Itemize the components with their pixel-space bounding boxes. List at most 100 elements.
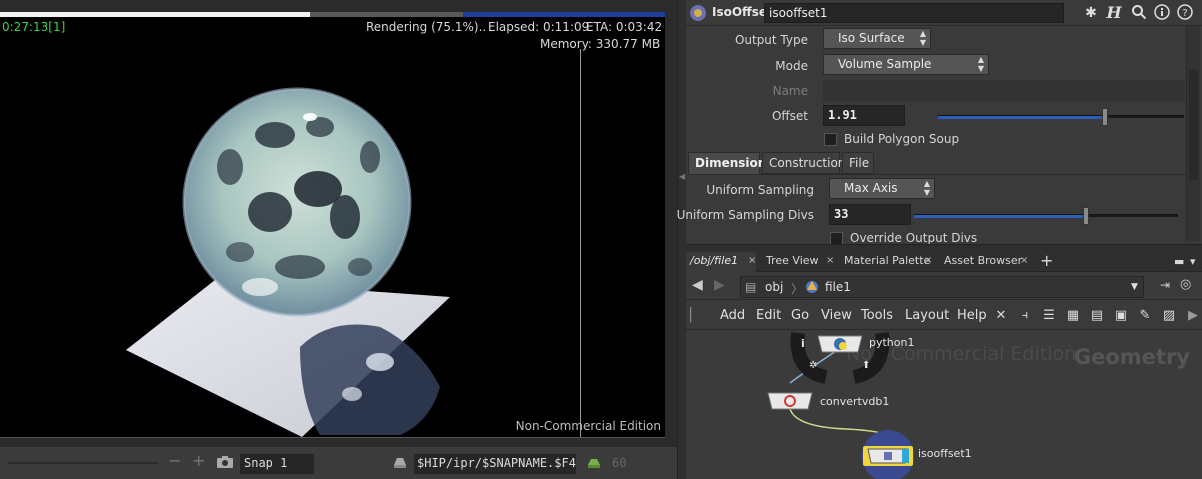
param-scrollbar[interactable] <box>1186 26 1200 241</box>
uniform-sampling-label: Uniform Sampling <box>706 183 814 197</box>
offset-field[interactable]: 1.91 <box>823 105 905 126</box>
tab-tree-view[interactable]: Tree View × <box>762 252 834 272</box>
render-watermark: Non-Commercial Edition <box>515 419 661 433</box>
crumb-file1[interactable]: file1 <box>825 280 851 294</box>
divs-slider-handle[interactable] <box>1083 207 1089 225</box>
list-view-icon[interactable]: ☰ <box>1040 307 1058 325</box>
pin-icon[interactable]: ⇥ <box>1160 278 1170 292</box>
menu-layout[interactable]: Layout <box>905 308 949 323</box>
gear-icon[interactable]: ✱ <box>1082 4 1100 22</box>
build-polygon-soup-checkbox[interactable] <box>824 133 837 146</box>
back-arrow-icon[interactable]: ◀ <box>692 277 703 293</box>
network-canvas[interactable]: Non-Commercial Edition Geometry python1 … <box>686 331 1202 479</box>
node-isooffset1[interactable] <box>860 428 916 479</box>
tab-asset-browser[interactable]: Asset Browser × <box>940 252 1028 272</box>
crop-region-line[interactable] <box>580 49 581 437</box>
node-label-convertvdb1[interactable]: convertvdb1 <box>820 395 889 408</box>
pane-menu-icon[interactable]: ▾ <box>1186 253 1200 273</box>
object-shadow <box>300 324 440 435</box>
param-header: IsoOffset ✱ H ? <box>686 0 1202 26</box>
node-label-python1[interactable]: python1 <box>869 336 914 349</box>
snapshot-name-field[interactable]: Snap 1 <box>240 454 314 474</box>
tree-layout-icon[interactable]: ⫞ <box>1016 307 1034 325</box>
param-scroll-thumb[interactable] <box>1189 70 1198 180</box>
output-type-label: Output Type <box>734 33 808 47</box>
node-label-isooffset1[interactable]: isooffset1 <box>918 447 972 460</box>
close-icon[interactable]: × <box>1020 255 1028 266</box>
menu-add[interactable]: Add <box>720 308 745 323</box>
color-palette-icon[interactable]: ▦ <box>1064 307 1082 325</box>
network-box-icon[interactable]: ▣ <box>1112 307 1130 325</box>
override-output-divs-label: Override Output Divs <box>850 231 978 245</box>
add-snapshot-button[interactable]: + <box>192 451 205 471</box>
help-icon[interactable]: ? <box>1176 4 1194 22</box>
info-icon[interactable] <box>1153 4 1171 22</box>
info-icon[interactable]: i <box>801 337 805 350</box>
render-time-code: 0:27:13[1] <box>2 20 66 34</box>
mode-menu[interactable]: Volume Sample ▲ ▼ <box>823 54 989 75</box>
more-arrow-icon[interactable]: ▶ <box>1184 307 1202 325</box>
menu-view[interactable]: View <box>821 308 852 323</box>
pane-splitter[interactable]: ◀ <box>677 0 686 479</box>
uniform-sampling-menu[interactable]: Max Axis ▲ ▼ <box>829 178 935 199</box>
node-convertvdb1[interactable] <box>764 391 816 411</box>
chevron-right-icon: 〉 <box>791 282 804 296</box>
network-editor: /obj/file1 × Tree View × Material Palett… <box>686 250 1202 479</box>
node-python1[interactable] <box>814 334 866 354</box>
snapshot-slider[interactable] <box>8 462 158 464</box>
display-flag-icon[interactable]: ⬆ <box>862 360 870 371</box>
bypass-icon[interactable]: ✲ <box>809 360 817 371</box>
link-icon[interactable]: ◎ <box>1180 277 1191 292</box>
auto-save-icon[interactable] <box>586 455 602 469</box>
collapse-arrow-icon[interactable]: ◀ <box>679 172 685 181</box>
node-name-input[interactable] <box>764 3 1064 23</box>
name-label: Name <box>772 84 808 98</box>
tab-obj-file1[interactable]: /obj/file1 × <box>686 252 756 272</box>
tab-label: Material Palette <box>844 254 931 267</box>
crumb-obj[interactable]: obj <box>765 280 783 294</box>
wrench-icon[interactable]: ✕ <box>992 307 1010 325</box>
houdini-help-icon[interactable]: H <box>1105 4 1123 22</box>
output-type-value: Iso Surface <box>838 31 905 45</box>
grid-view-icon[interactable]: ▤ <box>1088 307 1106 325</box>
remove-snapshot-button[interactable]: − <box>168 451 181 471</box>
rendered-scene <box>126 87 450 437</box>
menu-go[interactable]: Go <box>791 308 809 323</box>
chevron-down-icon[interactable]: ▼ <box>1131 282 1138 292</box>
uniform-sampling-divs-field[interactable]: 33 <box>829 204 911 225</box>
close-icon[interactable]: × <box>826 255 834 266</box>
search-icon[interactable] <box>1130 4 1148 22</box>
uniform-sampling-divs-slider[interactable] <box>914 207 1178 225</box>
save-disk-icon[interactable] <box>392 455 408 469</box>
offset-slider-handle[interactable] <box>1102 108 1108 126</box>
divs-slider-fill <box>914 215 1086 218</box>
render-status: Rendering (75.1%).. <box>366 20 487 34</box>
path-breadcrumb[interactable]: ▤ obj 〉 file1 ▼ <box>740 276 1144 298</box>
background-image-icon[interactable]: ▨ <box>1160 307 1178 325</box>
tab-construction[interactable]: Construction <box>762 152 845 174</box>
render-image[interactable]: 0:27:13[1] Rendering (75.1%).. Elapsed: … <box>0 17 665 438</box>
output-path-field[interactable]: $HIP/ipr/$SNAPNAME.$F4 <box>414 454 576 474</box>
add-tab-button[interactable]: + <box>1036 249 1057 270</box>
tab-material-palette[interactable]: Material Palette × <box>840 252 932 272</box>
forward-arrow-icon[interactable]: ▶ <box>714 277 725 293</box>
menu-edit[interactable]: Edit <box>756 308 781 323</box>
tab-dimensions[interactable]: Dimensions <box>688 152 773 174</box>
close-icon[interactable]: × <box>748 255 756 266</box>
sticky-note-icon[interactable]: ✎ <box>1136 307 1154 325</box>
frame-count: 60 <box>612 456 627 470</box>
offset-slider[interactable] <box>938 108 1184 126</box>
menu-tools[interactable]: Tools <box>861 308 893 323</box>
menu-handle[interactable]: ▏ <box>690 308 700 323</box>
uniform-sampling-divs-label: Uniform Sampling Divs <box>676 208 814 222</box>
render-memory: Memory: 330.77 MB <box>540 37 661 51</box>
tab-file[interactable]: File <box>842 152 874 174</box>
chevron-updown-icon: ▲ ▼ <box>923 179 930 197</box>
build-polygon-soup-label: Build Polygon Soup <box>844 132 960 146</box>
menu-help[interactable]: Help <box>957 308 987 323</box>
output-type-menu[interactable]: Iso Surface ▲ ▼ <box>823 28 931 49</box>
name-field[interactable] <box>823 80 1185 101</box>
tab-label: /obj/file1 <box>690 254 739 267</box>
close-icon[interactable]: × <box>924 255 932 266</box>
camera-icon[interactable] <box>216 455 234 469</box>
